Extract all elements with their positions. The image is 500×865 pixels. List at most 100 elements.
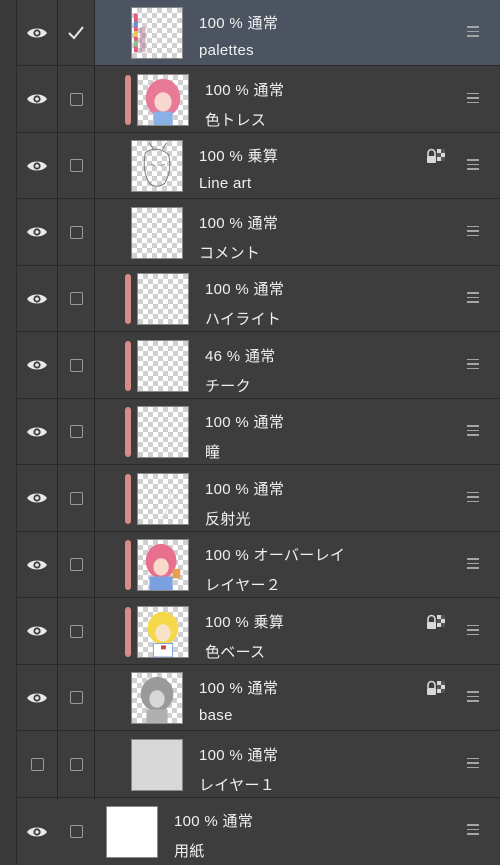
drag-handle-icon[interactable] bbox=[467, 159, 479, 170]
layer-opacity-blend: 46 % 通常 bbox=[205, 347, 276, 365]
layer-checkbox[interactable] bbox=[59, 798, 93, 865]
checkbox-box bbox=[69, 624, 83, 638]
layer-content[interactable]: 100 % 通常 レイヤー１ bbox=[95, 732, 500, 797]
layer-name: palettes bbox=[199, 42, 254, 59]
layer-row[interactable]: 100 % 通常 色トレス bbox=[17, 67, 500, 133]
layer-row[interactable]: 100 % 通常 palettes bbox=[17, 0, 500, 66]
drag-handle-icon[interactable] bbox=[467, 26, 479, 37]
eye-icon bbox=[27, 94, 47, 104]
layer-opacity-blend: 100 % 通常 bbox=[205, 81, 285, 99]
layers-panel: 100 % 通常 palettes 100 % 通常 色トレス 100 % 乗算 Line… bbox=[0, 0, 500, 865]
drag-handle-icon[interactable] bbox=[467, 358, 479, 370]
layer-content[interactable]: 100 % 通常 palettes bbox=[95, 0, 500, 65]
layer-checkbox[interactable] bbox=[59, 399, 93, 464]
layer-content[interactable]: 100 % 通常 base bbox=[95, 665, 500, 730]
visibility-toggle[interactable] bbox=[17, 399, 57, 464]
layer-name: レイヤー１ bbox=[199, 776, 276, 794]
layer-checkbox[interactable] bbox=[59, 532, 93, 597]
check-icon bbox=[68, 25, 84, 39]
layer-checkbox[interactable] bbox=[59, 266, 93, 331]
drag-handle-icon[interactable] bbox=[467, 225, 479, 237]
visibility-toggle[interactable] bbox=[17, 532, 57, 597]
drag-handle-icon[interactable] bbox=[467, 292, 479, 303]
layer-content[interactable]: 100 % 乗算 色ベース bbox=[95, 599, 500, 664]
layer-content[interactable]: 100 % オーバーレイ レイヤー２ bbox=[95, 532, 500, 597]
layer-opacity-blend: 100 % 通常 bbox=[199, 680, 279, 697]
layer-checkbox[interactable] bbox=[59, 599, 93, 664]
layer-thumbnail bbox=[106, 806, 158, 858]
checkbox-box bbox=[69, 225, 83, 239]
layer-thumbnail bbox=[137, 273, 189, 325]
layer-content[interactable]: 100 % 通常瞳 bbox=[95, 399, 500, 464]
paper-layer-row[interactable]: 100 % 通常 用紙 bbox=[17, 798, 500, 865]
clipping-indicator bbox=[125, 540, 131, 590]
layer-opacity-blend: 100 % 通常 bbox=[205, 414, 285, 431]
drag-handle-icon[interactable] bbox=[467, 691, 479, 702]
visibility-toggle[interactable] bbox=[17, 599, 57, 664]
visibility-toggle[interactable] bbox=[17, 466, 57, 531]
layer-name: ハイライト bbox=[205, 311, 282, 328]
layer-thumbnail bbox=[131, 206, 183, 259]
clipping-indicator bbox=[125, 340, 131, 391]
layer-row[interactable]: 46 % 通常 チーク bbox=[17, 333, 500, 399]
layer-thumbnail bbox=[137, 605, 189, 658]
layer-row[interactable]: 100 % 乗算 Line art bbox=[17, 133, 500, 199]
layer-checkbox[interactable] bbox=[59, 333, 93, 398]
layer-row[interactable]: 100 % 通常 base bbox=[17, 665, 500, 731]
layer-content[interactable]: 100 % 通常 反射光 bbox=[95, 466, 500, 531]
drag-handle-icon[interactable] bbox=[467, 92, 479, 104]
layer-content[interactable]: 100 % 乗算 Line art bbox=[95, 133, 500, 198]
layer-name: 反射光 bbox=[205, 510, 251, 528]
layer-row[interactable]: 100 % 通常 反射光 bbox=[17, 466, 500, 532]
lock-alpha-icon[interactable] bbox=[425, 147, 447, 165]
layer-checkbox[interactable] bbox=[59, 466, 93, 531]
visibility-toggle[interactable] bbox=[17, 266, 57, 331]
visibility-toggle[interactable] bbox=[17, 798, 57, 865]
visibility-toggle[interactable] bbox=[17, 333, 57, 398]
layer-content[interactable]: 100 % 通常 色トレス bbox=[95, 67, 500, 132]
lock-alpha-icon[interactable] bbox=[425, 679, 447, 697]
lock-alpha-icon[interactable] bbox=[425, 613, 447, 631]
layer-row[interactable]: 100 % 通常瞳 bbox=[17, 399, 500, 465]
layer-checkbox[interactable] bbox=[59, 200, 93, 265]
layer-opacity-blend: 100 % 通常 bbox=[199, 214, 279, 232]
visibility-toggle[interactable] bbox=[17, 732, 57, 797]
layer-row[interactable]: 100 % 通常 コメント bbox=[17, 200, 500, 266]
visibility-toggle[interactable] bbox=[17, 0, 57, 65]
layer-thumbnail bbox=[137, 339, 189, 392]
layer-row[interactable]: 100 % 通常 レイヤー１ bbox=[17, 732, 500, 798]
visibility-toggle[interactable] bbox=[17, 200, 57, 265]
layer-name: Line art bbox=[199, 175, 252, 192]
layer-checkbox[interactable] bbox=[59, 133, 93, 198]
layer-checkbox[interactable] bbox=[59, 67, 93, 132]
checkbox-box bbox=[69, 691, 83, 704]
visibility-toggle[interactable] bbox=[17, 67, 57, 132]
layer-content[interactable]: 100 % 通常 コメント bbox=[95, 200, 500, 265]
checkbox-box bbox=[69, 757, 83, 771]
layer-checkbox[interactable] bbox=[59, 665, 93, 730]
layer-name: コメント bbox=[199, 244, 261, 262]
drag-handle-icon[interactable] bbox=[467, 757, 479, 769]
layer-content[interactable]: 100 % 通常 ハイライト bbox=[95, 266, 500, 331]
drag-handle-icon[interactable] bbox=[467, 558, 479, 569]
layer-row[interactable]: 100 % 乗算 色ベース bbox=[17, 599, 500, 665]
drag-handle-icon[interactable] bbox=[467, 624, 479, 636]
layer-opacity-blend: 100 % 通常 bbox=[199, 15, 279, 32]
drag-handle-icon[interactable] bbox=[467, 824, 479, 835]
layer-name: チーク bbox=[205, 377, 251, 395]
visibility-toggle[interactable] bbox=[17, 665, 57, 730]
layer-row[interactable]: 100 % 通常 ハイライト bbox=[17, 266, 500, 332]
visibility-toggle[interactable] bbox=[17, 133, 57, 198]
layer-thumbnail bbox=[131, 140, 183, 192]
layer-checkbox[interactable] bbox=[59, 0, 93, 65]
eye-icon bbox=[27, 560, 47, 569]
layer-content[interactable]: 46 % 通常 チーク bbox=[95, 333, 500, 398]
drag-handle-icon[interactable] bbox=[467, 491, 479, 503]
layer-checkbox[interactable] bbox=[59, 732, 93, 797]
eye-icon bbox=[27, 427, 47, 436]
clipping-indicator bbox=[125, 274, 131, 324]
drag-handle-icon[interactable] bbox=[467, 425, 479, 436]
eye-icon bbox=[27, 294, 47, 303]
layer-row[interactable]: 100 % オーバーレイ レイヤー２ bbox=[17, 532, 500, 598]
layer-name: base bbox=[199, 707, 233, 724]
